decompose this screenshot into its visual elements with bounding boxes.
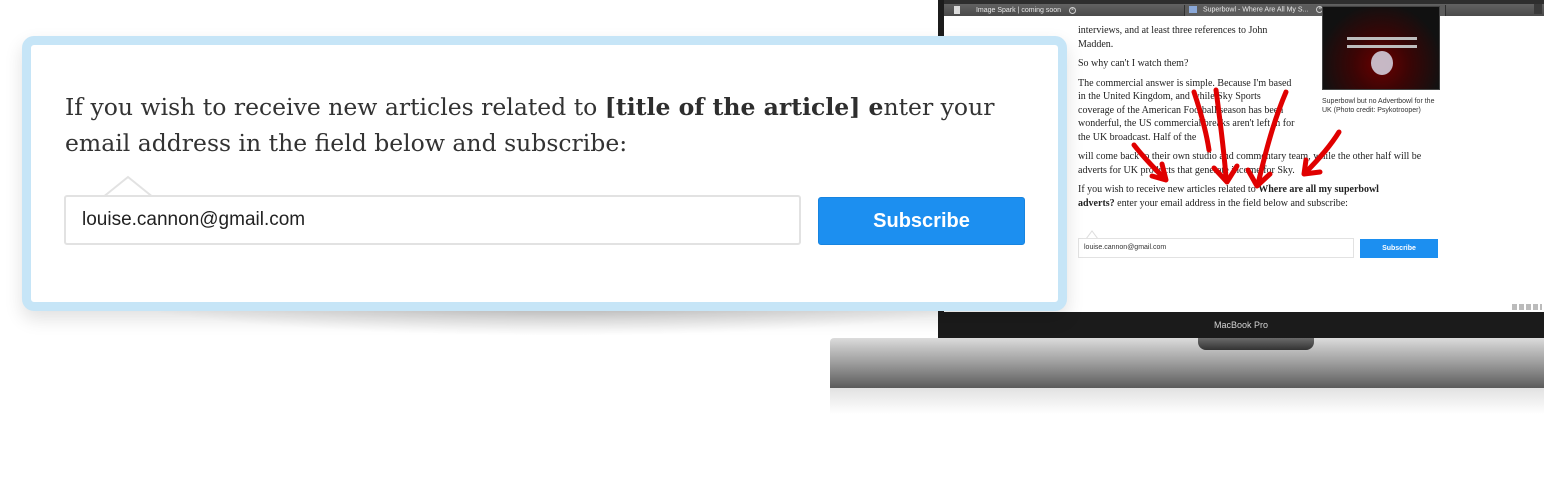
- email-input[interactable]: louise.cannon@gmail.com: [64, 195, 801, 245]
- tab-close-icon[interactable]: ×: [1069, 6, 1076, 14]
- favicon-icon: [1189, 6, 1197, 13]
- tab-image-spark[interactable]: Image Spark | coming soon ×: [950, 5, 1182, 16]
- tab-label: Superbowl - Where Are All My S...: [1202, 6, 1309, 14]
- mini-email-input[interactable]: louise.cannon@gmail.com: [1078, 238, 1354, 258]
- zoomed-subscribe-card: If you wish to receive new articles rela…: [22, 36, 1067, 311]
- article-photo: [1322, 6, 1440, 90]
- document-icon: [954, 6, 960, 14]
- menu-bar: [944, 0, 1544, 4]
- article-paragraph: The commercial answer is simple. Because…: [1078, 77, 1295, 143]
- tab-menu-icon[interactable]: [1534, 4, 1542, 14]
- tray-icons: [1512, 304, 1542, 310]
- mini-subscribe-button[interactable]: Subscribe: [1360, 239, 1438, 258]
- mini-subscribe-form: louise.cannon@gmail.com Subscribe: [1078, 230, 1438, 260]
- helmet-logo: [1371, 51, 1393, 75]
- subscribe-prompt: If you wish to receive new articles rela…: [1078, 184, 1379, 209]
- helmet-facemask: [1347, 45, 1417, 48]
- browser-tab-bar: Image Spark | coming soon × Superbowl - …: [944, 0, 1544, 16]
- laptop-base: [830, 338, 1544, 388]
- article-paragraph: will come back to their own studio and c…: [1078, 151, 1422, 176]
- laptop-notch: [1198, 338, 1314, 350]
- tab-label: Image Spark | coming soon: [975, 6, 1062, 14]
- laptop-reflection: [830, 388, 1544, 414]
- laptop-bezel: MacBook Pro: [938, 312, 1544, 338]
- article-paragraph: So why can't I watch them?: [1078, 58, 1189, 69]
- bezel-brand-label: MacBook Pro: [1213, 320, 1269, 330]
- article-title-placeholder: [title of the article] e: [604, 93, 884, 121]
- subscribe-button[interactable]: Subscribe: [818, 197, 1025, 245]
- photo-caption: Superbowl but no Advertbowl for the UK (…: [1322, 98, 1435, 114]
- subscribe-prompt-large: If you wish to receive new articles rela…: [65, 93, 995, 157]
- helmet-facemask: [1347, 37, 1417, 40]
- article-paragraph: interviews, and at least three reference…: [1078, 25, 1268, 50]
